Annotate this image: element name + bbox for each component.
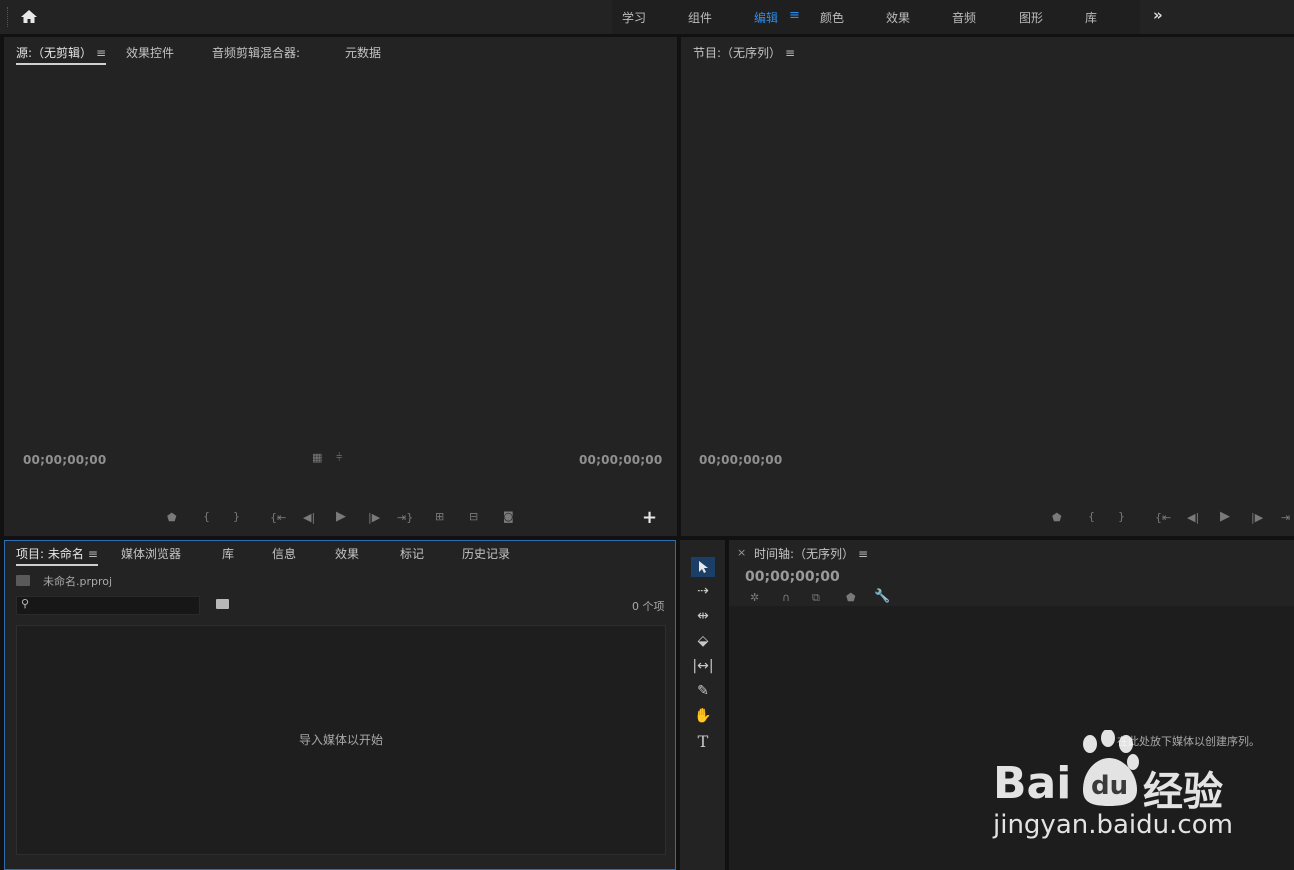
workspace-learn[interactable]: 学习 [622,9,646,26]
workspace-graphics[interactable]: 图形 [1019,9,1043,26]
search-input[interactable]: ⚲ [16,596,200,615]
watermark-du: du [1091,771,1129,801]
workspace-color[interactable]: 颜色 [820,9,844,26]
source-menu-icon[interactable]: ≡ [96,46,106,60]
watermark-brand: Bai [993,758,1072,809]
snap-icon[interactable]: ∩ [782,591,790,604]
camera-icon[interactable]: ◙ [503,510,514,523]
step-forward-icon[interactable]: |▶ [368,511,380,524]
track-select-tool-icon[interactable]: ⇢ [691,581,715,601]
project-file-name: 未命名.prproj [43,575,113,588]
drag-audio-only-icon[interactable]: ⫩ [336,451,342,465]
workspace-effects[interactable]: 效果 [886,9,910,26]
timeline-marker-icon[interactable]: ⬟ [846,591,856,604]
slip-tool-icon[interactable]: |↔| [691,656,715,676]
program-mark-in-icon[interactable]: { [1088,510,1095,523]
import-media-hint: 导入媒体以开始 [299,733,384,747]
program-go-to-in-icon[interactable]: {⇤ [1155,511,1171,524]
selection-tool-icon[interactable] [691,557,715,577]
add-marker-icon[interactable]: ⬟ [167,511,177,524]
tab-effect-controls[interactable]: 效果控件 [126,44,174,61]
project-menu-icon[interactable]: ≡ [88,547,98,561]
workspace-audio[interactable]: 音频 [952,9,976,26]
tab-effects[interactable]: 效果 [335,545,359,562]
hand-tool-icon[interactable]: ✋ [691,706,715,726]
watermark-url: jingyan.baidu.com [993,810,1233,840]
program-step-back-icon[interactable]: ◀| [1187,511,1199,524]
program-play-icon[interactable]: ▶ [1220,509,1230,524]
tab-project[interactable]: 项目: 未命名 ≡ [16,545,98,566]
workspace-libraries[interactable]: 库 [1085,9,1097,26]
header-bar: 学习 组件 编辑 ≡ 颜色 效果 音频 图形 库 » [0,0,1294,34]
watermark-cn: 经验 [1143,769,1223,815]
drag-grip[interactable] [7,7,10,27]
tab-program[interactable]: 节目:（无序列） ≡ [693,44,795,61]
program-add-marker-icon[interactable]: ⬟ [1052,511,1062,524]
pen-tool-icon[interactable]: ✎ [691,681,715,701]
mark-out-icon[interactable]: } [233,510,240,523]
program-mark-out-icon[interactable]: } [1118,510,1125,523]
program-monitor-panel: 节目:（无序列） ≡ 00;00;00;00 ⬟ { } {⇤ ◀| ▶ |▶ ⇥ [681,37,1294,536]
step-back-icon[interactable]: ◀| [303,511,315,524]
source-monitor-panel: 源:（无剪辑） ≡ 效果控件 音频剪辑混合器: 元数据 00;00;00;00 0… [4,37,677,536]
tab-timeline[interactable]: 时间轴:（无序列） ≡ [754,545,868,562]
wrench-icon[interactable]: 🔧 [874,589,890,604]
nest-icon[interactable]: ✲ [750,591,759,604]
play-icon[interactable]: ▶ [336,509,346,524]
item-count: 0 个项 [632,600,665,613]
tab-audio-clip-mixer[interactable]: 音频剪辑混合器: [212,44,300,61]
go-to-in-icon[interactable]: {⇤ [270,511,286,524]
timeline-timecode[interactable]: 00;00;00;00 [745,569,840,585]
program-playhead-timecode[interactable]: 00;00;00;00 [699,453,782,467]
type-tool-icon[interactable]: T [691,731,715,751]
program-menu-icon[interactable]: ≡ [785,46,795,60]
tab-metadata[interactable]: 元数据 [345,44,381,61]
project-file-icon [16,575,30,586]
program-step-forward-icon[interactable]: |▶ [1251,511,1263,524]
tab-source[interactable]: 源:（无剪辑） ≡ [16,44,107,65]
source-playhead-timecode[interactable]: 00;00;00;00 [23,453,106,467]
insert-icon[interactable]: ⊞ [435,510,444,523]
tab-libraries[interactable]: 库 [222,545,234,562]
timeline-menu-icon[interactable]: ≡ [858,547,868,561]
razor-tool-icon[interactable]: ⬙ [691,631,715,651]
button-editor-plus-icon[interactable]: + [642,507,657,528]
workspace-assembly[interactable]: 组件 [688,9,712,26]
new-search-bin-icon[interactable] [216,599,229,609]
workspace-menu-icon[interactable]: ≡ [789,8,800,23]
search-icon: ⚲ [21,597,30,610]
timeline-close-icon[interactable]: × [737,546,746,559]
tab-info[interactable]: 信息 [272,545,296,562]
tab-media-browser[interactable]: 媒体浏览器 [121,545,181,562]
overwrite-icon[interactable]: ⊟ [469,510,478,523]
ripple-edit-tool-icon[interactable]: ⇹ [691,606,715,626]
mark-in-icon[interactable]: { [203,510,210,523]
tab-markers[interactable]: 标记 [400,545,424,562]
drag-video-only-icon[interactable]: ▦ [312,451,322,464]
linked-selection-icon[interactable]: ⧉ [812,591,820,605]
more-workspaces-icon[interactable]: » [1153,6,1163,24]
workspace-editing[interactable]: 编辑 [754,9,778,26]
go-to-out-icon[interactable]: ⇥} [397,511,413,524]
tab-history[interactable]: 历史记录 [462,545,510,562]
program-go-to-out-icon[interactable]: ⇥ [1281,511,1290,524]
home-icon[interactable] [18,7,40,27]
source-duration-timecode: 00;00;00;00 [579,453,663,467]
